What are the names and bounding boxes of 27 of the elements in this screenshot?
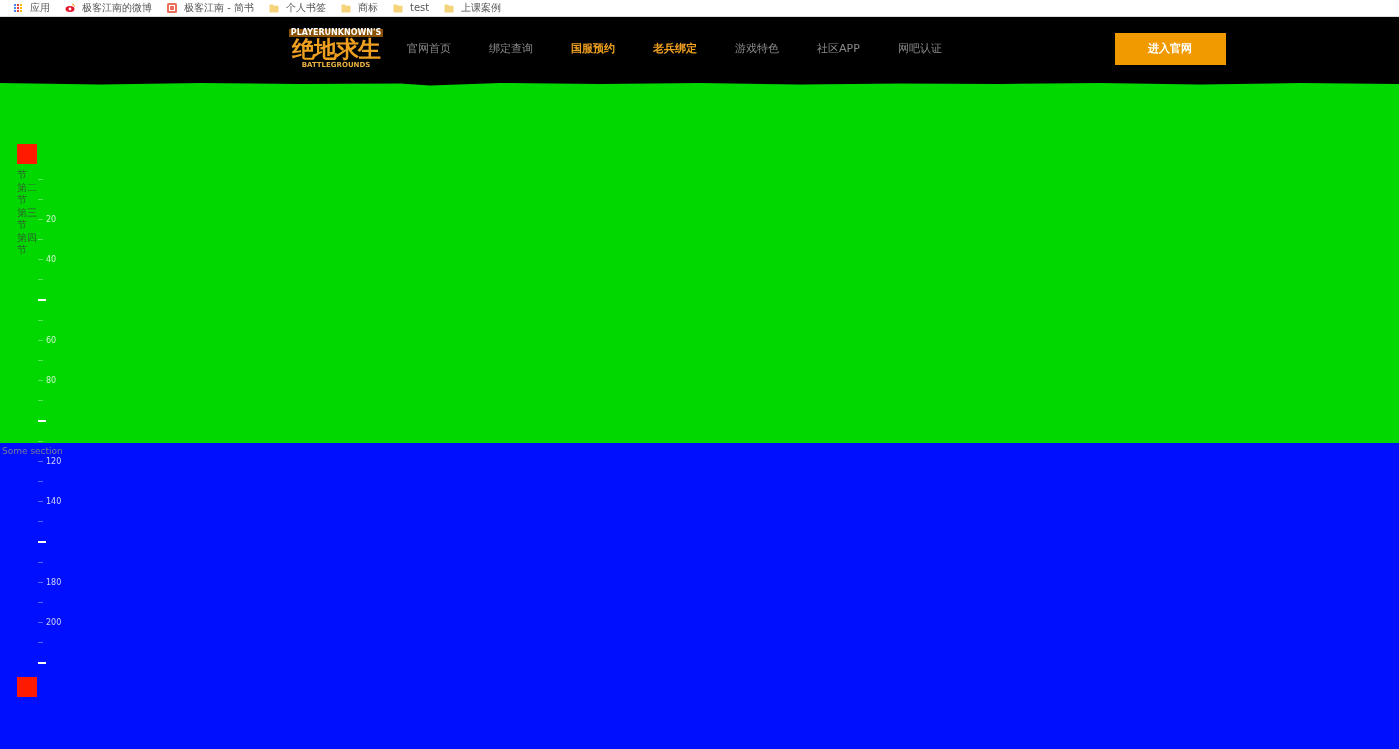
bookmark-link[interactable]: 个人书签	[268, 3, 326, 13]
section-label: Some section	[2, 446, 63, 456]
bookmark-link[interactable]: test	[392, 3, 430, 13]
ruler-label: 20	[46, 214, 57, 224]
nav-link[interactable]: 官网首页	[407, 41, 451, 56]
bookmark-link[interactable]: 极客江南 - 简书	[167, 3, 254, 13]
ruler-label: 60	[46, 335, 57, 345]
nav-link[interactable]: 国服预约	[571, 41, 615, 56]
nav-link[interactable]: 社区APP	[817, 41, 860, 56]
nav-link[interactable]: 老兵绑定	[653, 41, 697, 56]
nav-link[interactable]: 游戏特色	[735, 41, 779, 56]
ruler-label: 140	[46, 497, 62, 507]
bookmark-link[interactable]: 应用	[13, 3, 50, 13]
bookmark-link[interactable]: 商标	[340, 3, 378, 13]
nav-link[interactable]: 网吧认证	[897, 41, 942, 56]
chapter-label: 节	[17, 169, 28, 182]
ruler-label: 120	[46, 456, 62, 466]
bookmark-link[interactable]: 上课案例	[444, 3, 502, 13]
ruler-label: 80	[46, 376, 57, 386]
chapter-label: 第二节	[17, 181, 37, 207]
chapter-label: 第四节	[17, 231, 37, 257]
ruler-label: 180	[46, 577, 62, 587]
chapter-label: 第三节	[17, 206, 37, 232]
bookmark-link[interactable]: 极客江南的微博	[65, 3, 152, 13]
nav-link[interactable]: 绑定查询	[489, 41, 533, 56]
ruler-label: 40	[46, 255, 57, 265]
ruler-label: 200	[46, 618, 62, 627]
